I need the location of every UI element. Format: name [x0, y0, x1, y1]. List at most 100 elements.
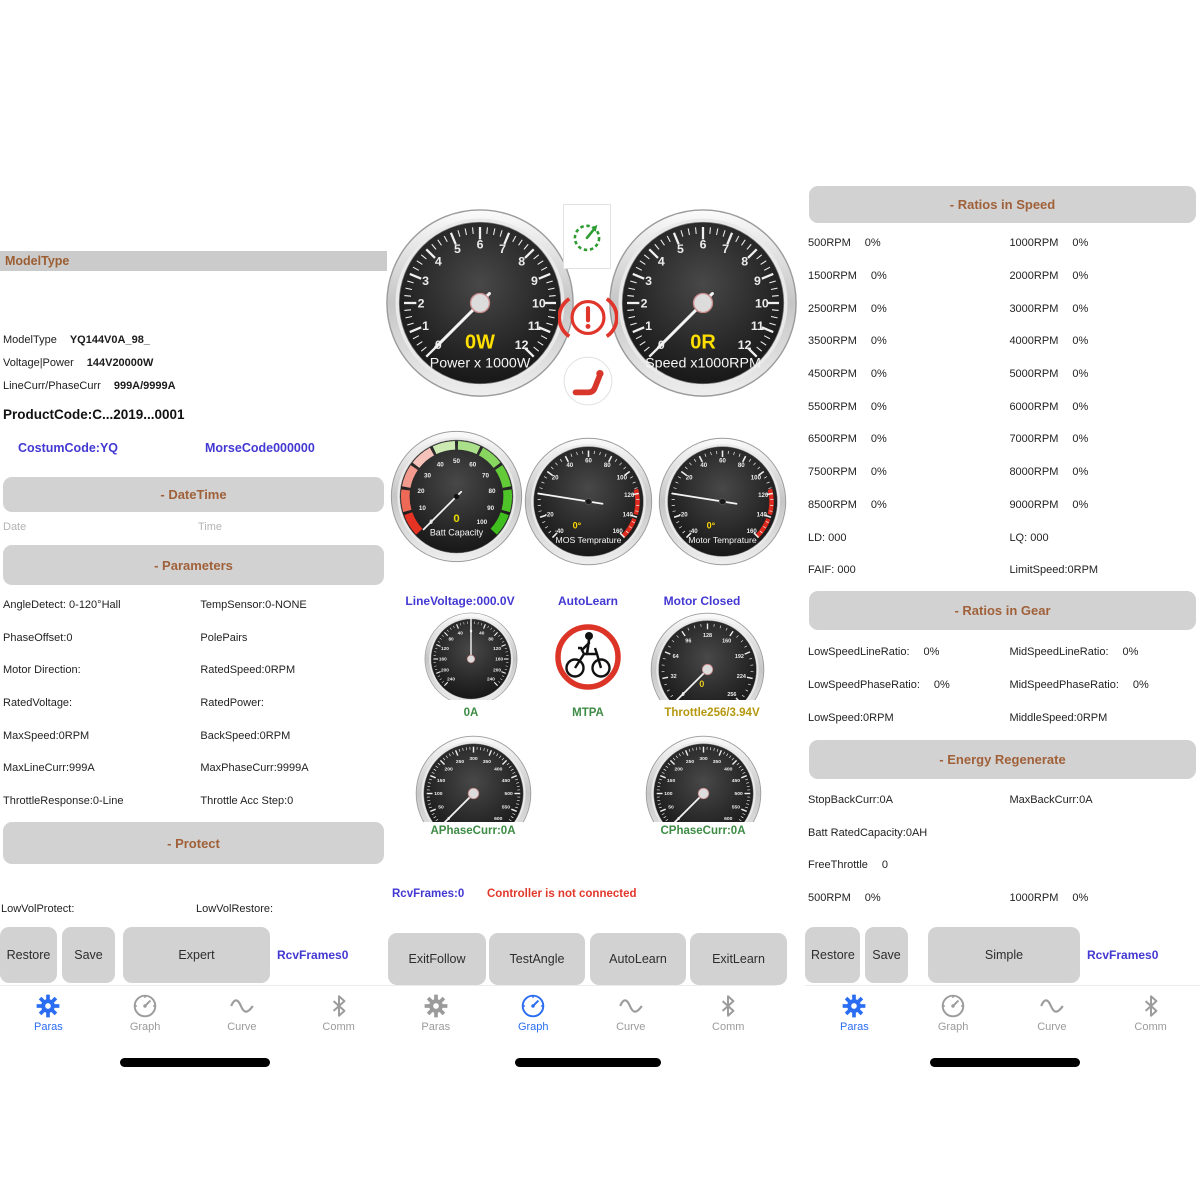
svg-text:250: 250: [686, 759, 695, 765]
svg-text:64: 64: [673, 654, 679, 660]
test-angle-button[interactable]: TestAngle: [489, 933, 585, 985]
svg-text:3: 3: [645, 274, 652, 288]
lowvolprotect-label: LowVolProtect:: [1, 903, 74, 915]
modeltype-header: ModelType: [0, 251, 392, 271]
svg-text:120: 120: [441, 646, 449, 651]
tabbar-middle: Paras Graph Curve Comm: [387, 985, 777, 1046]
svg-text:150: 150: [437, 778, 446, 784]
ratios-gear-section-button[interactable]: - Ratios in Gear: [809, 591, 1196, 630]
simple-button[interactable]: Simple: [928, 927, 1080, 983]
auto-learn-link[interactable]: AutoLearn: [543, 594, 633, 608]
home-indicator[interactable]: [120, 1058, 270, 1067]
tab-comm[interactable]: Comm: [309, 986, 369, 1033]
data-row: StopBackCurr:0AMaxBackCurr:0A: [805, 784, 1200, 817]
auto-learn-button[interactable]: AutoLearn: [590, 933, 686, 985]
home-indicator[interactable]: [515, 1058, 661, 1067]
svg-text:80: 80: [488, 488, 496, 495]
tab-curve[interactable]: Curve: [212, 986, 272, 1033]
svg-text:11: 11: [528, 319, 541, 333]
rcv-frames-counter: RcvFrames0: [277, 948, 348, 962]
svg-text:128: 128: [703, 633, 712, 639]
tab-curve[interactable]: Curve: [1022, 986, 1082, 1033]
linecurr-phasecurr-value: 999A/9999A: [114, 380, 176, 392]
tab-paras[interactable]: Paras: [824, 986, 884, 1033]
svg-text:1: 1: [422, 319, 429, 333]
modeltype-label: ModelType: [3, 334, 57, 346]
tab-comm-label: Comm: [1134, 1021, 1166, 1033]
svg-text:60: 60: [469, 462, 477, 469]
connection-status: Controller is not connected: [487, 888, 637, 900]
svg-text:60: 60: [719, 457, 726, 464]
sine-wave-icon: [1039, 993, 1065, 1019]
gear-ratio-rows: LowSpeedLineRatio:0%MidSpeedLineRatio:0%…: [805, 635, 1200, 734]
save-button[interactable]: Save: [62, 927, 115, 983]
svg-text:MOS Temprature: MOS Temprature: [556, 535, 622, 545]
exit-follow-button[interactable]: ExitFollow: [388, 933, 486, 985]
motor-state-link[interactable]: Motor Closed: [647, 594, 757, 608]
tab-graph-label: Graph: [518, 1021, 549, 1033]
restore-button[interactable]: Restore: [805, 927, 860, 983]
data-row: MaxSpeed:0RPMBackSpeed:0RPM: [0, 719, 387, 752]
svg-text:Speed x1000RPM: Speed x1000RPM: [645, 356, 761, 372]
svg-text:300: 300: [469, 756, 478, 762]
data-row: PhaseOffset:0PolePairs: [0, 622, 387, 655]
tab-graph-label: Graph: [938, 1021, 969, 1033]
morse-code-link[interactable]: MorseCode000000: [205, 441, 315, 455]
datetime-section-button[interactable]: - DateTime: [3, 477, 384, 512]
svg-text:250: 250: [456, 759, 465, 765]
tab-graph[interactable]: Graph: [503, 986, 563, 1033]
svg-text:160: 160: [722, 639, 731, 645]
speed-ratio-rows: 500RPM0%1000RPM0%1500RPM0%2000RPM0%2500R…: [805, 227, 1200, 587]
motor-temperature-gauge: -40-20204060801001201401600°Motor Tempra…: [658, 437, 787, 572]
exit-learn-button[interactable]: ExitLearn: [690, 933, 787, 985]
home-indicator[interactable]: [930, 1058, 1080, 1067]
svg-text:50: 50: [453, 458, 461, 465]
svg-text:0: 0: [453, 513, 459, 525]
data-row: 8500RPM0%9000RPM0%: [805, 489, 1200, 522]
svg-text:500: 500: [504, 791, 513, 797]
bluetooth-icon: [1138, 993, 1164, 1019]
data-row: AngleDetect: 0-120°HallTempSensor:0-NONE: [0, 589, 387, 622]
svg-text:6: 6: [700, 237, 707, 251]
lowvolrestore-label: LowVolRestore:: [196, 903, 273, 915]
svg-text:7: 7: [722, 242, 729, 256]
tab-paras[interactable]: Paras: [406, 986, 466, 1033]
svg-text:100: 100: [434, 791, 443, 797]
svg-text:80: 80: [738, 462, 745, 469]
tab-comm[interactable]: Comm: [698, 986, 758, 1033]
svg-text:9: 9: [531, 274, 538, 288]
tab-graph[interactable]: Graph: [115, 986, 175, 1033]
svg-text:40: 40: [700, 462, 707, 469]
svg-text:140: 140: [623, 511, 634, 518]
protect-section-button[interactable]: - Protect: [3, 822, 384, 864]
tab-curve[interactable]: Curve: [601, 986, 661, 1033]
brake-warning-icon: [558, 294, 618, 341]
svg-text:Motor Temprature: Motor Temprature: [688, 535, 757, 545]
energy-regenerate-section-button[interactable]: - Energy Regenerate: [809, 740, 1196, 779]
restore-button[interactable]: Restore: [0, 927, 57, 983]
svg-text:160: 160: [747, 528, 758, 535]
panel-dashboard: 01234567891011120WPower x 1000W 01234567…: [387, 0, 805, 1200]
svg-text:40: 40: [458, 631, 464, 636]
save-button[interactable]: Save: [865, 927, 908, 983]
svg-text:350: 350: [713, 759, 722, 765]
expert-button[interactable]: Expert: [123, 927, 270, 983]
data-row: 2500RPM0%3000RPM0%: [805, 292, 1200, 325]
data-row: 6500RPM0%7000RPM0%: [805, 423, 1200, 456]
line-voltage-link[interactable]: LineVoltage:000.0V: [395, 594, 525, 608]
data-row: FreeThrottle0: [805, 849, 1200, 882]
tabbar-left: Paras Graph Curve Comm: [0, 985, 387, 1046]
linecurr-phasecurr-row: LineCurr/PhaseCurr 999A/9999A: [3, 375, 176, 397]
tab-paras[interactable]: Paras: [18, 986, 78, 1033]
tab-graph[interactable]: Graph: [923, 986, 983, 1033]
data-row: LowSpeedLineRatio:0%MidSpeedLineRatio:0%: [805, 635, 1200, 668]
costum-code-link[interactable]: CostumCode:YQ: [18, 441, 118, 455]
svg-text:550: 550: [732, 805, 741, 811]
parameters-section-button[interactable]: - Parameters: [3, 545, 384, 585]
mos-temperature-gauge: -40-20204060801001201401600°MOS Tempratu…: [524, 437, 653, 572]
svg-text:450: 450: [502, 778, 511, 784]
time-label: Time: [198, 521, 222, 533]
svg-text:200: 200: [445, 766, 454, 772]
ratios-speed-section-button[interactable]: - Ratios in Speed: [809, 186, 1196, 223]
tab-comm[interactable]: Comm: [1121, 986, 1181, 1033]
